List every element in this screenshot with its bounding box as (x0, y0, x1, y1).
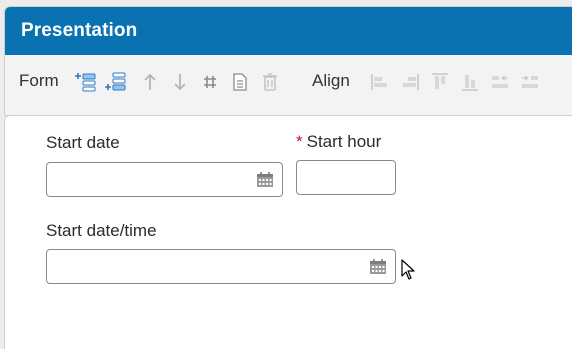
grid-icon[interactable] (199, 70, 221, 94)
distribute-left-icon[interactable] (489, 70, 511, 94)
form-content: Start date * Start hour Start date/time (4, 115, 572, 349)
start-date-label: Start date (46, 133, 120, 152)
start-hour-field[interactable] (296, 160, 396, 195)
panel-title: Presentation (5, 7, 572, 55)
mouse-cursor-icon (401, 259, 415, 280)
align-right-icon[interactable] (399, 70, 421, 94)
align-bottom-icon[interactable] (459, 70, 481, 94)
distribute-right-icon[interactable] (519, 70, 541, 94)
delete-icon[interactable] (259, 70, 281, 94)
start-datetime-label: Start date/time (46, 221, 157, 240)
align-section-label: Align (312, 71, 350, 90)
start-date-field[interactable] (46, 162, 283, 197)
start-datetime-field[interactable] (46, 249, 396, 284)
document-icon[interactable] (229, 70, 251, 94)
start-hour-label: * Start hour (296, 132, 381, 152)
required-marker: * (296, 132, 303, 151)
insert-row-above-icon[interactable] (75, 70, 97, 94)
start-hour-label-text: Start hour (306, 132, 382, 151)
presentation-panel: Presentation Form Align (4, 6, 572, 116)
toolbar: Form Align (5, 55, 572, 109)
calendar-icon[interactable] (369, 258, 387, 275)
insert-row-below-icon[interactable] (105, 70, 127, 94)
calendar-icon[interactable] (256, 171, 274, 188)
move-down-icon[interactable] (169, 70, 191, 94)
align-top-icon[interactable] (429, 70, 451, 94)
move-up-icon[interactable] (139, 70, 161, 94)
form-section-label: Form (19, 71, 59, 90)
align-left-icon[interactable] (369, 70, 391, 94)
